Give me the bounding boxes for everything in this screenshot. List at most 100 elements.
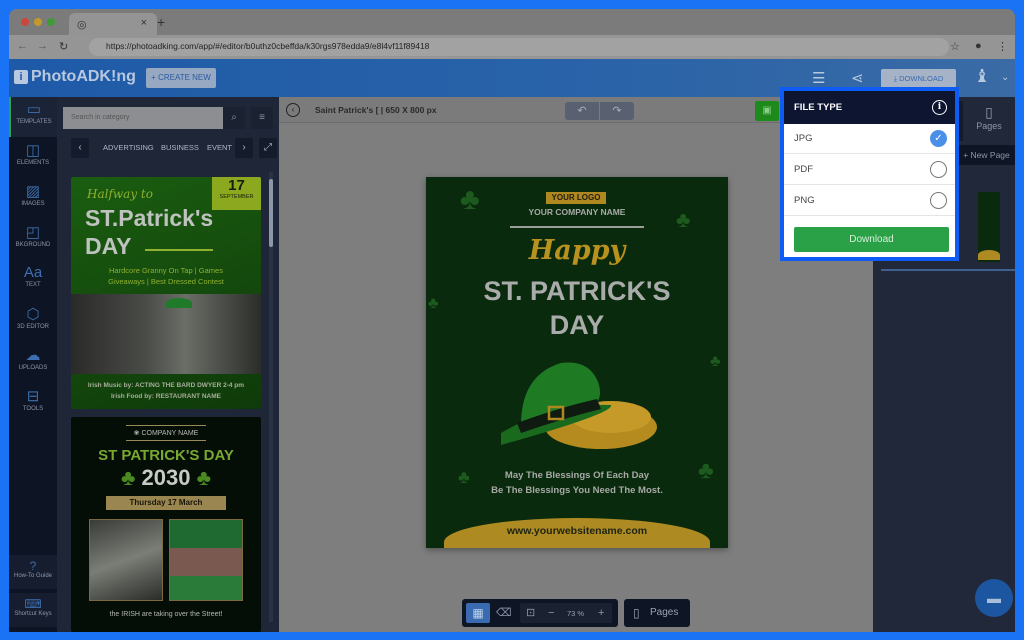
maximize-window-button[interactable] [47, 18, 55, 26]
search-button[interactable]: ⌕ [223, 107, 245, 129]
save-button[interactable]: ▣ [755, 101, 779, 121]
zoom-out-button[interactable]: − [548, 603, 554, 623]
template-title-2: DAY [85, 233, 132, 259]
date-number: 17 [228, 177, 245, 194]
shamrock-icon: ♣ [120, 465, 142, 490]
download-confirm-button[interactable]: Download [794, 227, 949, 252]
sidebar-item-templates[interactable]: ▭ TEMPLATES [9, 97, 57, 137]
document-title[interactable]: Saint Patrick's [ | 650 X 800 px [315, 105, 437, 115]
share-icon[interactable]: ⋖ [851, 69, 864, 87]
sidebar-item-shortcut-keys[interactable]: ⌨ Shortcut Keys [9, 593, 57, 627]
design-canvas[interactable]: ♣ ♣ ♣ ♣ ♣ ♣ YOUR LOGO YOUR COMPANY NAME … [426, 177, 728, 548]
info-icon[interactable]: i [932, 100, 947, 115]
pages-label: Pages [650, 607, 679, 618]
template-footer: Irish Music by: ACTING THE BARD DWYER 2-… [71, 380, 261, 402]
minimize-window-button[interactable] [34, 18, 42, 26]
new-page-button[interactable]: + New Page [958, 145, 1015, 165]
page-thumbnail[interactable] [978, 192, 1000, 262]
pages-button[interactable]: ▯ Pages [624, 599, 690, 627]
download-popup: FILE TYPE i JPG ✓ PDF PNG Download [780, 87, 959, 261]
template-icon: ▭ [26, 101, 42, 118]
zoom-control: ⊡ − 73 % + [520, 603, 612, 623]
category-advertising[interactable]: ADVERTISING [103, 143, 154, 152]
image-icon: ▨ [25, 183, 41, 200]
option-label: PDF [794, 164, 813, 175]
profile-icon[interactable]: ● [975, 40, 982, 52]
eraser-icon[interactable]: ⌫ [496, 603, 512, 623]
file-type-jpg[interactable]: JPG ✓ [784, 124, 955, 154]
bookmark-star-icon[interactable]: ☆ [950, 40, 960, 53]
sidebar-item-label: ELEMENTS [16, 160, 50, 166]
file-type-pdf[interactable]: PDF [784, 155, 955, 185]
category-business[interactable]: BUSINESS [161, 143, 199, 152]
chat-support-button[interactable]: ▬ [975, 579, 1013, 617]
new-tab-button[interactable]: + [157, 14, 165, 30]
zoom-in-button[interactable]: + [598, 603, 604, 623]
radio-icon[interactable] [930, 161, 947, 178]
sidebar-item-elements[interactable]: ◫ ELEMENTS [9, 138, 57, 178]
app-logo[interactable]: i PhotoADK!ng [14, 68, 136, 86]
close-window-button[interactable] [21, 18, 29, 26]
grid-view-button[interactable]: ▦ [466, 603, 490, 623]
browser-menu-icon[interactable]: ⋮ [997, 40, 1008, 53]
undo-button[interactable]: ↶ [565, 102, 599, 120]
company-name: COMPANY NAME [141, 430, 199, 437]
template2-caption: the IRISH are taking over the Street! [109, 611, 223, 618]
browser-tab[interactable]: ◎ × [69, 13, 157, 35]
user-avatar-icon[interactable]: ♝ [974, 66, 990, 87]
category-tabs: ‹ ADVERTISING BUSINESS EVENT › ⤢ [63, 138, 277, 158]
cube-icon: ⬡ [26, 306, 40, 323]
option-label: PNG [794, 195, 815, 206]
download-button[interactable]: ⤓ DOWNLOAD [881, 69, 956, 88]
green-hat-shape [166, 298, 192, 308]
footer-line-1: Irish Music by: ACTING THE BARD DWYER 2-… [87, 382, 245, 389]
category-event[interactable]: EVENT [207, 143, 232, 152]
sidebar-item-tools[interactable]: ⊟ TOOLS [9, 384, 57, 424]
feedback-icon[interactable]: ☰ [812, 69, 825, 87]
template2-title: ST PATRICK'S DAY [98, 447, 234, 464]
sidebar-item-3d-editor[interactable]: ⬡ 3D EDITOR [9, 302, 57, 342]
template2-date-ribbon: Thursday 17 March [106, 496, 226, 510]
option-label: JPG [794, 133, 813, 144]
text-icon: Aa [23, 264, 43, 281]
create-new-button[interactable]: + CREATE NEW [146, 68, 216, 88]
file-type-png[interactable]: PNG [784, 186, 955, 216]
sidebar-item-label: UPLOADS [18, 365, 48, 371]
shamrock-decoration: ♣ [710, 353, 721, 370]
sidebar-item-images[interactable]: ▨ IMAGES [9, 179, 57, 219]
popup-header: FILE TYPE i [784, 91, 955, 124]
sidebar-item-how-to-guide[interactable]: ? How-To Guide [9, 555, 57, 589]
tab-close-button[interactable]: × [141, 17, 147, 29]
sidebar-item-label: 3D EDITOR [17, 324, 49, 330]
zoom-level: 73 % [567, 609, 585, 618]
list-icon: ≡ [259, 112, 265, 123]
poster-blessing: May The Blessings Of Each Day Be The Ble… [426, 468, 728, 498]
tab-pages[interactable]: ▯ Pages [963, 101, 1015, 141]
reload-icon[interactable]: ↻ [59, 40, 68, 53]
template-thumbnail-2[interactable]: ❀ COMPANY NAME ST PATRICK'S DAY ♣ 2030 ♣… [71, 417, 261, 632]
forward-icon[interactable]: → [37, 40, 48, 52]
radio-icon[interactable] [930, 192, 947, 209]
sidebar-item-text[interactable]: Aa TEXT [9, 261, 57, 301]
expand-icon[interactable]: ⤢ [259, 138, 277, 158]
window-controls [21, 18, 55, 26]
templates-panel: Search in category ⌕ ≡ ‹ ADVERTISING BUS… [57, 97, 279, 632]
redo-button[interactable]: ↷ [600, 102, 634, 120]
search-input[interactable]: Search in category [63, 107, 223, 129]
template-thumbnail-1[interactable]: 17 SEPTEMBER Halfway to ST.Patrick's DAY… [71, 177, 261, 409]
back-icon[interactable]: ← [17, 40, 28, 52]
sidebar-item-uploads[interactable]: ☁ UPLOADS [9, 343, 57, 383]
back-button[interactable]: ‹ [286, 103, 300, 117]
radio-checked-icon[interactable]: ✓ [930, 130, 947, 147]
thumb-arc [978, 250, 1000, 260]
poster-happy: Happy [528, 235, 626, 266]
presentation-icon[interactable]: ⊡ [526, 603, 535, 623]
panel-scrollbar-thumb[interactable] [269, 179, 273, 247]
category-next-button[interactable]: › [235, 138, 253, 158]
list-view-button[interactable]: ≡ [251, 107, 273, 129]
chevron-down-icon[interactable]: ⌄ [1001, 72, 1009, 83]
left-sidebar: ▭ TEMPLATES ◫ ELEMENTS ▨ IMAGES ◰ BKGROUND Aa TEX… [9, 97, 57, 632]
search-icon: ⌕ [231, 112, 237, 123]
category-prev-button[interactable]: ‹ [71, 138, 89, 158]
sidebar-item-bkground[interactable]: ◰ BKGROUND [9, 220, 57, 260]
